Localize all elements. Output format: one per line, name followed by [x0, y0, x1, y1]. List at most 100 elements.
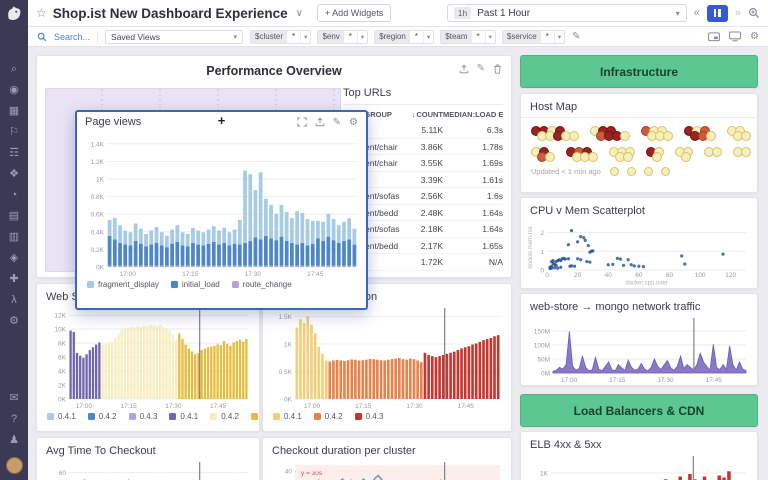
integrations-icon[interactable]: ❖ [9, 169, 19, 180]
tv-mode-icon[interactable] [729, 31, 741, 42]
host-group[interactable] [704, 147, 720, 157]
search-input[interactable]: Search... [54, 32, 90, 42]
svg-text:1.2K: 1.2K [91, 159, 105, 166]
host-group[interactable] [590, 126, 628, 141]
time-back-button[interactable]: « [692, 7, 702, 19]
dashboards-icon[interactable]: ▦ [9, 106, 19, 117]
datadog-logo[interactable] [5, 5, 23, 23]
user-avatar[interactable] [6, 457, 23, 474]
checkout-duration-chart[interactable]: y = 30s40 [271, 460, 505, 480]
template-variable-pill[interactable]: $service*▾ [502, 30, 565, 44]
legend-item[interactable]: 0.4.1 [273, 412, 302, 421]
host-group[interactable] [684, 126, 714, 141]
search-icon[interactable]: ⌕ [11, 64, 17, 75]
settings-icon[interactable]: ⚙ [9, 316, 19, 327]
page-views-popup[interactable]: Page views + ✎ ⚙ 0K0.2K0.4K0.6K0.8K1K1.2… [75, 110, 368, 310]
edit-icon[interactable]: ✎ [333, 117, 341, 128]
host-hexagon[interactable] [661, 167, 670, 176]
export-icon[interactable] [459, 64, 469, 74]
host-hexagon[interactable] [545, 152, 555, 162]
host-hexagon[interactable] [712, 147, 722, 157]
watchdog-icon[interactable]: ◉ [9, 85, 19, 96]
load-balancers-group-header[interactable]: Load Balancers & CDN [520, 394, 758, 427]
move-cursor-icon[interactable]: + [218, 113, 226, 128]
mongo-traffic-chart[interactable]: 0M50M100M150M17:0017:1517:3017:45 [527, 316, 751, 384]
legend-item[interactable]: 0.4.2 [88, 412, 117, 421]
legend-item[interactable]: 0.4.3 [355, 412, 384, 421]
pause-button[interactable] [707, 5, 728, 22]
title-chevron-icon[interactable]: ∨ [296, 8, 303, 19]
web-store-versions-chart[interactable]: 0K2K4K6K8K10K12K17:0017:1517:3017:45 [45, 306, 253, 410]
host-hexagon[interactable] [741, 131, 751, 141]
serverless-icon[interactable]: λ [11, 295, 17, 306]
gear-icon[interactable]: ⚙ [349, 117, 358, 128]
legend-item[interactable]: 0.4.1 [47, 412, 76, 421]
host-hexagon[interactable] [706, 131, 716, 141]
legend-item[interactable]: initial_load [171, 280, 220, 289]
avg-time-checkout-chart[interactable]: 6040 [45, 460, 253, 480]
host-group[interactable] [531, 147, 553, 162]
add-widgets-button[interactable]: + Add Widgets [317, 4, 391, 22]
synthetics-icon[interactable]: ✚ [9, 274, 18, 285]
infrastructure-group-header[interactable]: Infrastructure [520, 55, 758, 88]
host-hexagon[interactable] [644, 167, 653, 176]
legend-item[interactable]: 0.4.2 [314, 412, 343, 421]
help-icon[interactable]: ? [11, 414, 17, 425]
host-hexagon[interactable] [741, 147, 751, 157]
host-hexagon[interactable] [569, 131, 579, 141]
page-views-chart[interactable]: 0K0.2K0.4K0.6K0.8K1K1.2K1.4K17:0017:1517… [81, 130, 362, 278]
fullscreen-icon[interactable] [297, 117, 307, 127]
template-variable-pill[interactable]: $cluster*▾ [250, 30, 311, 44]
host-group[interactable] [531, 126, 577, 141]
column-count[interactable]: ↓COUNT [401, 110, 443, 119]
template-variable-pill[interactable]: $env*▾ [317, 30, 368, 44]
logs-icon[interactable]: ▥ [9, 232, 19, 243]
export-icon[interactable] [315, 117, 325, 127]
metrics-icon[interactable]: ☶ [9, 148, 19, 159]
trash-icon[interactable] [493, 64, 502, 74]
chat-icon[interactable]: ✉ [9, 393, 18, 404]
host-hexagon[interactable] [610, 167, 619, 176]
host-group[interactable] [641, 126, 671, 141]
host-group[interactable] [727, 126, 749, 141]
favorite-star-icon[interactable]: ☆ [36, 6, 47, 20]
host-group[interactable] [566, 147, 596, 162]
time-forward-button[interactable]: » [733, 7, 743, 19]
elb-errors-chart[interactable]: 1K0.5K [527, 454, 751, 480]
host-hexagon[interactable] [663, 131, 673, 141]
infrastructure-icon[interactable]: ▤ [9, 211, 19, 222]
edit-variables-icon[interactable]: ✎ [572, 31, 580, 42]
time-range-select[interactable]: 1h Past 1 Hour ▾ [447, 4, 687, 22]
host-group[interactable] [675, 147, 691, 162]
host-hexagon[interactable] [681, 152, 691, 162]
host-hexagon[interactable] [588, 152, 598, 162]
monitors-icon[interactable]: ⚐ [9, 127, 19, 138]
org-icon[interactable]: ♟ [9, 435, 19, 446]
host-hexagon[interactable] [652, 152, 662, 162]
legend-item[interactable]: route_change [232, 280, 292, 289]
template-variable-pill[interactable]: $region*▾ [374, 30, 434, 44]
cpu-mem-scatter-chart[interactable]: 012020406080100120docker.cpu.userdocker.… [527, 220, 751, 286]
host-group[interactable] [733, 147, 749, 157]
host-group[interactable] [609, 147, 633, 162]
notifications-icon[interactable] [708, 32, 720, 42]
column-median-load[interactable]: MEDIAN:LOAD EVENT [443, 110, 503, 119]
zoom-icon[interactable] [748, 7, 760, 19]
saved-views-select[interactable]: Saved Views ▾ [105, 30, 243, 44]
host-hexagon[interactable] [627, 167, 636, 176]
widget-title: ELB 4xx & 5xx [521, 432, 757, 454]
host-group[interactable] [646, 147, 662, 162]
host-hexagon[interactable] [623, 152, 633, 162]
host-hexagon[interactable] [620, 131, 630, 141]
host-map[interactable] [521, 118, 757, 162]
apm-icon[interactable]: ◔ [11, 190, 18, 201]
edit-icon[interactable]: ✎ [477, 63, 485, 74]
checkouts-versions-chart[interactable]: 0K0.5K1K1.5K17:0017:1517:3017:45 [271, 306, 505, 410]
settings-gear-icon[interactable]: ⚙ [750, 31, 759, 42]
legend-item[interactable]: 0.4.3 [129, 412, 158, 421]
legend-item[interactable]: fragment_display [87, 280, 159, 289]
template-variable-pill[interactable]: $team*▾ [440, 30, 496, 44]
legend-item[interactable]: 0.4.2 [210, 412, 239, 421]
security-icon[interactable]: ◈ [10, 253, 18, 264]
legend-item[interactable]: 0.4.1 [169, 412, 198, 421]
